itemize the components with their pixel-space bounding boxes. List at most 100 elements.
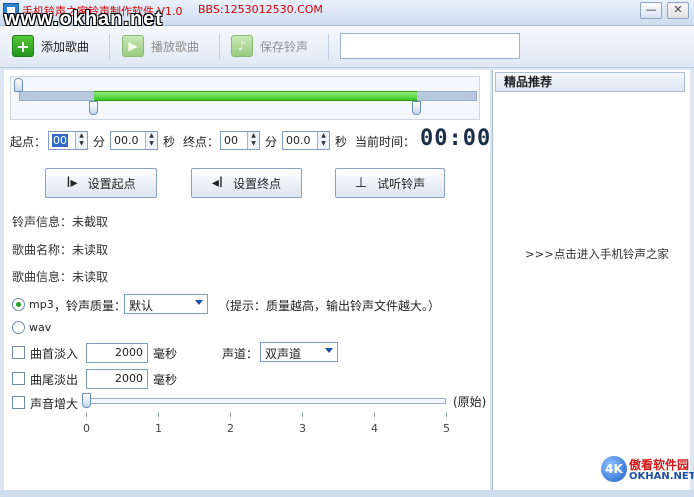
play-song-label: 播放歌曲 <box>151 39 200 54</box>
end-second-value: 00.0 <box>286 134 311 147</box>
volume-tick <box>230 413 231 417</box>
fade-out-label: 曲尾淡出 <box>30 373 79 387</box>
fade-out-input[interactable]: 2000 <box>86 369 148 389</box>
channel-label: 声道： <box>222 347 259 361</box>
set-start-icon: Ⅰ▸ <box>66 175 78 191</box>
volume-slider-track[interactable] <box>90 398 446 404</box>
minimize-button[interactable]: — <box>640 2 662 19</box>
quality-select[interactable]: 默认 <box>124 294 208 314</box>
preview-icon: ⊥ <box>354 175 368 191</box>
preview-button[interactable]: ⊥ 试听铃声 <box>335 168 445 198</box>
volume-tick-label: 2 <box>227 422 234 435</box>
brand-name-en: OKHAN.NET <box>629 471 694 482</box>
volume-tick <box>374 413 375 417</box>
volume-tick-label: 0 <box>83 422 90 435</box>
main-panel: 起点： 00 ▲ ▼ 分 00.0 ▲ ▼ 秒 终点： 00 ▲ ▼ 分 00.0 ▲… <box>4 70 490 490</box>
volume-boost-checkbox[interactable] <box>12 396 25 409</box>
save-ringtone-button[interactable]: ♪ 保存铃声 <box>231 34 308 58</box>
volume-slider-handle[interactable] <box>82 393 91 408</box>
second-unit: 秒 <box>335 135 348 149</box>
wav-radio[interactable] <box>12 321 25 334</box>
song-name-info: 歌曲名称：未读取 <box>12 243 109 257</box>
end-handle[interactable] <box>411 101 421 115</box>
search-input[interactable] <box>340 33 520 59</box>
end-second-spinner[interactable]: 00.0 ▲ ▼ <box>282 131 330 150</box>
window-bbs: BBS:1253012530.COM <box>198 3 323 16</box>
toolbar: + 添加歌曲 ▶ 播放歌曲 ♪ 保存铃声 <box>0 26 694 68</box>
start-label: 起点： <box>10 135 47 149</box>
volume-tick-label: 5 <box>443 422 450 435</box>
spinner-arrows-icon[interactable]: ▲ ▼ <box>317 132 329 149</box>
start-second-spinner[interactable]: 00.0 ▲ ▼ <box>110 131 158 150</box>
set-end-label: 设置终点 <box>233 176 282 191</box>
spinner-arrows-icon[interactable]: ▲ ▼ <box>247 132 259 149</box>
volume-tick <box>158 413 159 417</box>
selected-range <box>93 91 417 101</box>
start-handle[interactable] <box>88 101 98 115</box>
volume-tick <box>446 413 447 417</box>
fade-in-label: 曲首淡入 <box>30 347 79 361</box>
minute-unit: 分 <box>265 135 278 149</box>
volume-hint: (原始) <box>453 395 487 409</box>
set-start-label: 设置起点 <box>87 176 136 191</box>
set-end-button[interactable]: ◂Ⅰ 设置终点 <box>191 168 302 198</box>
spinner-arrows-icon[interactable]: ▲ ▼ <box>145 132 157 149</box>
wav-label: wav <box>29 321 52 334</box>
quality-select-value: 默认 <box>129 299 154 313</box>
volume-tick-label: 3 <box>299 422 306 435</box>
set-end-icon: ◂Ⅰ <box>211 175 224 191</box>
set-start-button[interactable]: Ⅰ▸ 设置起点 <box>45 168 157 198</box>
toolbar-divider <box>109 34 110 60</box>
current-time-label: 当前时间： <box>355 135 416 149</box>
start-minute-spinner[interactable]: 00 ▲ ▼ <box>48 131 88 150</box>
close-button[interactable]: ✕ <box>667 2 689 19</box>
toolbar-divider <box>219 34 220 60</box>
mp3-radio[interactable] <box>12 298 25 311</box>
play-song-button[interactable]: ▶ 播放歌曲 <box>122 34 199 58</box>
volume-tick <box>86 413 87 417</box>
volume-tick-label: 1 <box>155 422 162 435</box>
ringtone-home-link[interactable]: >>>点击进入手机铃声之家 <box>525 246 669 262</box>
volume-tick-label: 4 <box>371 422 378 435</box>
end-label: 终点： <box>183 135 220 149</box>
quality-label: ，铃声质量： <box>54 299 127 313</box>
channel-select[interactable]: 双声道 <box>260 342 338 362</box>
title-bar: 手机铃声之家铃声制作软件 V1.0 BBS:1253012530.COM www… <box>0 0 694 30</box>
start-minute-value: 00 <box>52 134 68 147</box>
plus-icon: + <box>12 35 34 57</box>
preview-label: 试听铃声 <box>377 176 426 191</box>
save-ringtone-label: 保存铃声 <box>260 39 309 54</box>
current-time-display: 00:00 <box>420 126 492 151</box>
start-second-value: 00.0 <box>114 134 139 147</box>
ringtone-info: 铃声信息：未截取 <box>12 215 109 229</box>
song-details-info: 歌曲信息：未读取 <box>12 270 109 284</box>
fade-in-input[interactable]: 2000 <box>86 343 148 363</box>
end-minute-value: 00 <box>224 134 238 147</box>
position-handle[interactable] <box>14 78 23 92</box>
music-note-icon: ♪ <box>231 35 253 57</box>
play-icon: ▶ <box>122 35 144 57</box>
brand-4k-icon: 4K <box>601 456 627 482</box>
chevron-down-icon <box>195 300 203 305</box>
second-unit: 秒 <box>163 135 176 149</box>
fade-out-unit: 毫秒 <box>153 373 178 387</box>
fade-in-checkbox[interactable] <box>12 346 25 359</box>
mp3-label: mp3 <box>29 298 54 311</box>
add-song-button[interactable]: + 添加歌曲 <box>12 34 89 58</box>
fade-in-unit: 毫秒 <box>153 347 178 361</box>
recommend-header: 精品推荐 <box>495 72 685 92</box>
volume-boost-label: 声音增大 <box>30 397 79 411</box>
chevron-down-icon <box>325 348 333 353</box>
brand-logo: 4K 傲看软件园 OKHAN.NET <box>601 456 694 486</box>
fade-out-checkbox[interactable] <box>12 372 25 385</box>
end-minute-spinner[interactable]: 00 ▲ ▼ <box>220 131 260 150</box>
minute-unit: 分 <box>93 135 106 149</box>
spinner-arrows-icon[interactable]: ▲ ▼ <box>75 132 87 149</box>
range-selector <box>10 76 480 120</box>
recommend-panel: 精品推荐 >>>点击进入手机铃声之家 4K 傲看软件园 OKHAN.NET <box>492 70 694 490</box>
add-song-label: 添加歌曲 <box>41 39 90 54</box>
volume-tick <box>302 413 303 417</box>
toolbar-divider <box>328 34 329 60</box>
status-strip <box>0 490 694 497</box>
channel-select-value: 双声道 <box>265 347 302 361</box>
